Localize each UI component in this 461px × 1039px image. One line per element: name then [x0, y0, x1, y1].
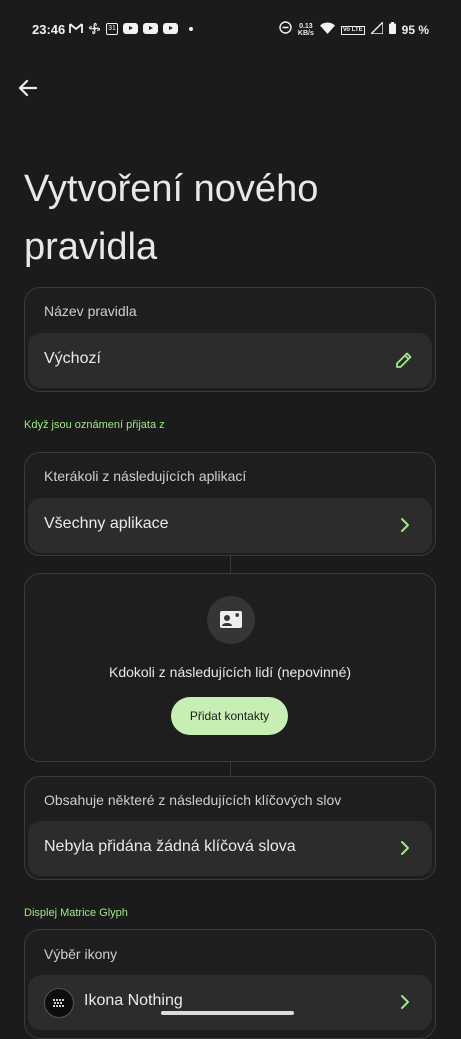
people-card: Kdokoli z následujících lidí (nepovinné)…	[24, 573, 436, 762]
network-speed-unit: KB/s	[297, 30, 314, 37]
keywords-value: Nebyla přidána žádná klíčová slova	[44, 838, 296, 855]
fan-icon	[88, 22, 101, 35]
dnd-icon	[279, 21, 292, 39]
keywords-field[interactable]: Nebyla přidána žádná klíčová slova	[28, 821, 432, 876]
rule-name-label: Název pravidla	[44, 303, 137, 319]
signal-icon	[368, 20, 384, 39]
nothing-logo-icon	[44, 988, 74, 1018]
add-contacts-button[interactable]: Přidat kontakty	[171, 697, 288, 735]
gesture-home-bar[interactable]	[161, 1011, 294, 1015]
notifications-section-label: Když jsou oznámení přijata z	[24, 419, 165, 431]
apps-field[interactable]: Všechny aplikace	[28, 498, 432, 553]
keywords-label: Obsahuje některé z následujících klíčový…	[44, 792, 342, 808]
connector-line	[230, 556, 231, 573]
status-bar: 23:46 31 0.13 KB/s Vo LTE 95 %	[0, 0, 461, 60]
icon-select-value: Ikona Nothing	[84, 992, 183, 1009]
network-speed-value: 0.13	[299, 23, 313, 30]
battery-level: 95 %	[401, 23, 429, 37]
arrow-left-icon	[18, 79, 38, 97]
rule-name-card: Název pravidla Výchozí	[24, 287, 436, 392]
apps-card: Kterákoli z následujících aplikací Všech…	[24, 452, 436, 556]
back-button[interactable]	[17, 77, 39, 99]
chevron-right-icon	[401, 518, 409, 532]
gmail-icon	[69, 22, 83, 35]
people-description: Kdokoli z následujících lidí (nepovinné)	[108, 664, 352, 680]
icon-select-field[interactable]: Ikona Nothing	[28, 975, 432, 1030]
network-speed: 0.13 KB/s	[298, 23, 314, 37]
youtube-icon	[123, 23, 138, 34]
status-time: 23:46	[32, 22, 66, 37]
apps-label: Kterákoli z následujících aplikací	[44, 468, 247, 484]
icon-select-label: Výběr ikony	[44, 946, 118, 962]
icon-select-card: Výběr ikony Ikona Nothing	[24, 929, 436, 1039]
youtube-icon	[163, 23, 178, 34]
chevron-right-icon	[401, 995, 409, 1009]
youtube-icon	[143, 23, 158, 34]
edit-pencil-icon[interactable]	[394, 350, 414, 375]
system-icons: 0.13 KB/s Vo LTE 95 %	[279, 20, 429, 39]
rule-name-field[interactable]: Výchozí	[28, 333, 432, 388]
apps-value: Všechny aplikace	[44, 515, 169, 532]
rule-name-value: Výchozí	[44, 350, 101, 367]
keywords-card: Obsahuje některé z následujících klíčový…	[24, 776, 436, 880]
volte-icon: Vo LTE	[340, 25, 365, 35]
chevron-right-icon	[401, 841, 409, 855]
notification-icons: 31	[69, 22, 193, 35]
battery-icon	[388, 21, 396, 39]
calendar-icon: 31	[106, 22, 118, 35]
wifi-icon	[319, 21, 335, 39]
page-title: Vytvoření nového pravidla	[24, 168, 319, 268]
more-notifications-dot-icon	[189, 26, 193, 31]
contact-card-icon	[207, 596, 255, 644]
glyph-section-label: Displej Matrice Glyph	[24, 907, 128, 919]
connector-line	[230, 762, 231, 776]
